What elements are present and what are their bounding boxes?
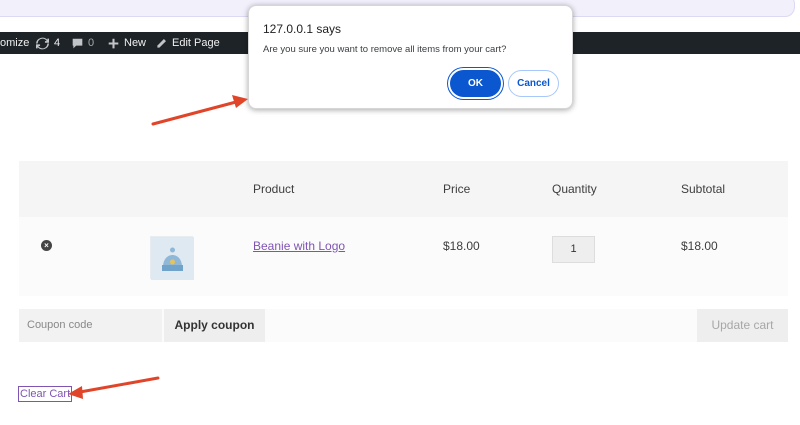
arrow-to-clear-cart-icon: [68, 376, 160, 399]
admin-bar-comments[interactable]: 0: [72, 32, 94, 54]
cancel-button[interactable]: Cancel: [508, 70, 559, 97]
updates-icon: [36, 37, 49, 50]
cart-table: Product Price Quantity Subtotal × Beanie…: [19, 161, 788, 296]
dialog-title: 127.0.0.1 says: [263, 22, 342, 36]
clear-cart-button[interactable]: Clear Cart: [18, 386, 73, 402]
apply-coupon-button[interactable]: Apply coupon: [164, 309, 265, 342]
product-price: $18.00: [443, 239, 480, 253]
plus-icon: [108, 38, 119, 49]
cart-actions: Coupon code Apply coupon Update cart: [19, 309, 788, 342]
dialog-message: Are you sure you want to remove all item…: [263, 44, 507, 55]
column-header-subtotal: Subtotal: [681, 182, 726, 196]
admin-bar-customize[interactable]: omize: [0, 32, 29, 54]
comments-count: 0: [88, 37, 95, 49]
column-header-price: Price: [443, 182, 471, 196]
product-subtotal: $18.00: [681, 239, 718, 253]
admin-bar-edit-page[interactable]: Edit Page: [156, 32, 220, 54]
column-header-quantity: Quantity: [552, 182, 597, 196]
product-link[interactable]: Beanie with Logo: [253, 239, 345, 253]
new-label: New: [124, 37, 147, 49]
ok-button[interactable]: OK: [450, 70, 501, 97]
comment-icon: [72, 38, 83, 49]
remove-item-icon[interactable]: ×: [41, 240, 52, 251]
column-header-product: Product: [253, 182, 295, 196]
admin-bar-updates[interactable]: 4: [36, 32, 60, 54]
pencil-icon: [156, 38, 167, 49]
edit-page-label: Edit Page: [172, 37, 220, 49]
confirm-dialog: 127.0.0.1 says Are you sure you want to …: [248, 5, 573, 109]
cart-table-header: Product Price Quantity Subtotal: [19, 161, 788, 217]
arrow-to-dialog-icon: [151, 95, 248, 126]
product-thumbnail[interactable]: [150, 236, 194, 280]
updates-count: 4: [54, 37, 61, 49]
customize-label: omize: [0, 37, 30, 49]
coupon-code-input[interactable]: Coupon code: [19, 309, 162, 342]
beanie-thumbnail: [151, 237, 194, 280]
quantity-input[interactable]: 1: [552, 236, 595, 263]
admin-bar-new[interactable]: New: [108, 32, 146, 54]
update-cart-button[interactable]: Update cart: [697, 309, 788, 342]
table-row: × Beanie with Logo $18.00 1 $18.00: [19, 217, 788, 296]
